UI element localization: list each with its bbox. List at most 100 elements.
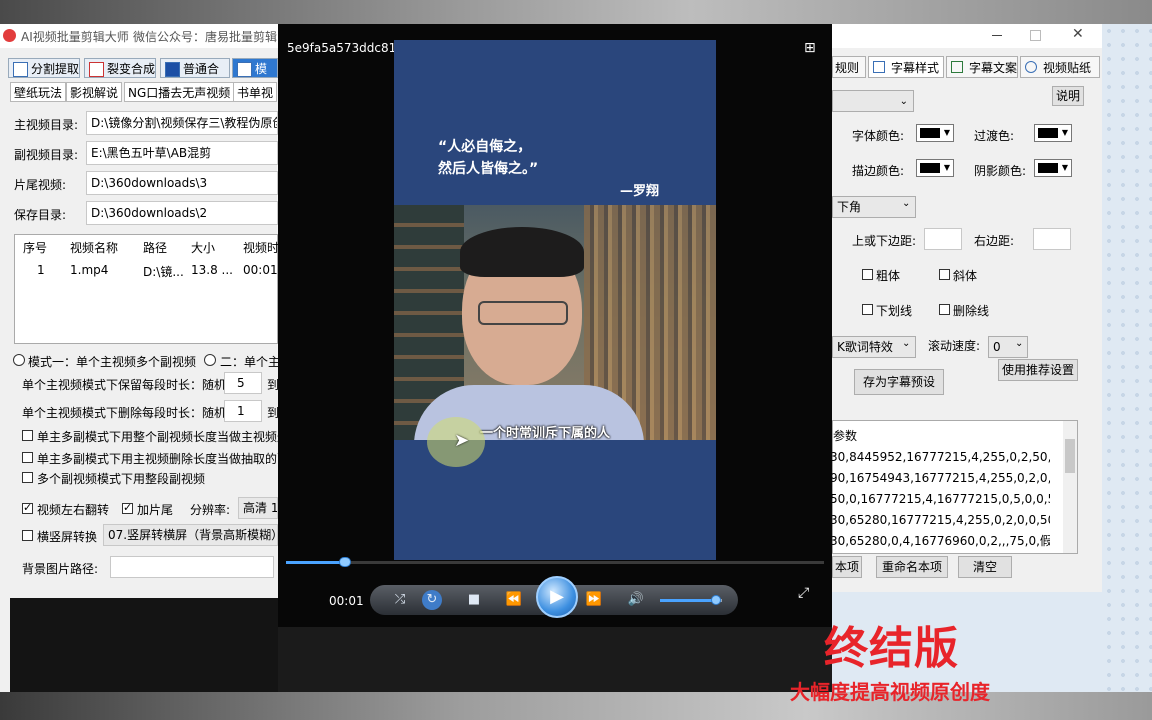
color-swatch: [1038, 128, 1058, 138]
fission-icon: [89, 62, 104, 77]
help-button[interactable]: 说明: [1052, 86, 1084, 106]
list-item[interactable]: 50,0,16777215,4,16777215,0,5,0,0,50,...: [830, 489, 1050, 510]
delete-duration-input[interactable]: 1: [224, 400, 262, 422]
minimize-icon[interactable]: [992, 35, 1002, 36]
seek-thumb[interactable]: [339, 557, 352, 567]
bold-checkbox[interactable]: [862, 269, 873, 280]
tab-subtitle-text[interactable]: 字幕文案: [946, 56, 1018, 78]
opt2-checkbox[interactable]: [22, 452, 33, 463]
opt2-label: 单主多副模式下用主视频删除长度当做抽取的副: [37, 452, 290, 466]
clear-button[interactable]: 清空: [958, 556, 1012, 578]
hv-convert-select[interactable]: 07.竖屏转横屏（背景高斯模糊）: [103, 524, 278, 546]
tab-template[interactable]: 模板: [232, 58, 278, 96]
subtab-label: 书单视: [237, 86, 274, 100]
tab-fission-merge[interactable]: 裂变合成: [84, 58, 156, 78]
subtab-booklist[interactable]: 书单视: [233, 82, 278, 102]
tab-label: 裂变合成: [107, 62, 156, 76]
table-row[interactable]: 1 1.mp4 D:\镜... 13.8 ... 00:01:: [15, 260, 282, 280]
underline-label: 下划线: [876, 304, 913, 318]
star-icon: [1025, 61, 1037, 73]
italic-checkbox[interactable]: [939, 269, 950, 280]
video-subtitle: 一个时常训斥下属的人: [480, 426, 611, 440]
stroke-color-label: 描边颜色:: [852, 164, 905, 178]
opt3-checkbox[interactable]: [22, 472, 33, 483]
list-item[interactable]: 30,65280,0,4,16776960,0,2,,,75,0,假,...: [830, 531, 1050, 552]
chevron-down-icon: ⌄: [899, 96, 908, 107]
right-app-window: ✕ 规则 字幕样式 字幕文案 视频贴纸 ⌄ 说明 字体颜色: ▼ 过渡色: ▼ …: [832, 24, 1102, 692]
tab-subtitle-style[interactable]: 字幕样式: [868, 56, 944, 78]
keep-duration-input[interactable]: 5: [224, 372, 262, 394]
shuffle-icon[interactable]: ⤮: [392, 592, 408, 608]
list-header: 参数: [833, 429, 858, 443]
tab-label: 规则: [835, 61, 860, 75]
save-dir-label: 保存目录:: [14, 208, 67, 222]
opt1-checkbox[interactable]: [22, 430, 33, 441]
margin-top-bottom-input[interactable]: [924, 228, 962, 250]
strikethrough-checkbox[interactable]: [939, 304, 950, 315]
save-dir-field[interactable]: D:\360downloads\2: [86, 201, 278, 225]
video-frame[interactable]: “人必自侮之， 然后人皆侮之。” —罗翔 一个时常训斥下属的人: [394, 40, 716, 560]
underline-checkbox[interactable]: [862, 304, 873, 315]
volume-thumb[interactable]: [710, 595, 721, 605]
shadow-color-picker[interactable]: ▼: [1034, 159, 1072, 177]
font-color-label: 字体颜色:: [852, 129, 905, 143]
col-header-duration: 视频时: [243, 241, 280, 255]
volume-slider[interactable]: [660, 595, 722, 605]
video-list-table: 序号 视频名称 路径 大小 视频时 1 1.mp4 D:\镜... 13.8 .…: [14, 234, 282, 344]
maximize-icon[interactable]: [1030, 30, 1041, 41]
resolution-select[interactable]: 高清 1: [238, 497, 278, 519]
rename-item-button[interactable]: 重命名本项: [876, 556, 948, 578]
sub-video-dir-field[interactable]: E:\黑色五叶草\AB混剪: [86, 141, 278, 165]
item-button[interactable]: 本项: [832, 556, 862, 578]
subtab-ng-silent[interactable]: NG口播去无声视频: [124, 82, 235, 102]
bold-label: 粗体: [876, 269, 901, 283]
blurred-top-band: [0, 0, 1152, 24]
switch-layout-icon[interactable]: ⊞: [804, 40, 816, 56]
seek-bar[interactable]: [286, 557, 824, 567]
fullscreen-icon[interactable]: ⤢: [798, 585, 809, 601]
add-tail-checkbox[interactable]: [122, 501, 133, 514]
close-icon[interactable]: ✕: [1072, 26, 1084, 42]
list-item[interactable]: 90,16754943,16777215,4,255,0,2,0,0,...: [830, 468, 1050, 489]
hv-convert-label: 横竖屏转换: [37, 530, 98, 544]
resolution-label: 分辨率:: [190, 503, 231, 517]
main-video-dir-field[interactable]: D:\镜像分割\视频保存三\教程伪原创: [86, 111, 278, 135]
font-color-picker[interactable]: ▼: [916, 124, 954, 142]
mode2-label: 二：单个主: [220, 355, 281, 369]
hv-convert-checkbox[interactable]: [22, 530, 33, 541]
stroke-color-picker[interactable]: ▼: [916, 159, 954, 177]
chevron-down-icon: ▼: [1061, 128, 1068, 137]
chevron-down-icon: ▼: [943, 128, 950, 137]
transition-color-picker[interactable]: ▼: [1034, 124, 1072, 142]
play-button[interactable]: ▶: [536, 576, 578, 618]
subtab-label: 影视解说: [70, 86, 119, 100]
right-title-bar: ✕: [832, 24, 1102, 48]
list-item[interactable]: 30,65280,16777215,4,255,0,2,0,0,50,3...: [830, 510, 1050, 531]
mode1-radio[interactable]: [13, 354, 25, 366]
previous-icon[interactable]: ⏪: [504, 592, 524, 608]
elapsed-time: 00:01: [329, 594, 364, 608]
next-icon[interactable]: ⏩: [584, 592, 604, 608]
flip-checkbox[interactable]: [22, 501, 33, 514]
scroll-thumb[interactable]: [1065, 439, 1075, 473]
tab-split-extract[interactable]: 分割提取: [8, 58, 80, 78]
margin-top-bottom-label: 上或下边距:: [852, 234, 917, 248]
tab-normal-merge[interactable]: 普通合成: [160, 58, 230, 96]
subtab-film-commentary[interactable]: 影视解说: [66, 82, 123, 102]
repeat-icon[interactable]: ↻: [422, 590, 442, 610]
list-scrollbar[interactable]: [1063, 421, 1077, 553]
volume-icon[interactable]: 🔊: [626, 592, 646, 608]
list-item[interactable]: 30,8445952,16777215,4,255,0,2,50,0,...: [830, 447, 1050, 468]
tab-rules[interactable]: 规则: [832, 56, 866, 78]
font-select[interactable]: ⌄: [832, 90, 914, 112]
tab-video-sticker[interactable]: 视频贴纸: [1020, 56, 1100, 78]
stop-icon[interactable]: ■: [466, 592, 482, 608]
right-margin-input[interactable]: [1033, 228, 1071, 250]
mode2-radio[interactable]: [204, 354, 216, 366]
subtab-wallpaper[interactable]: 壁纸玩法: [10, 82, 67, 102]
tail-video-field[interactable]: D:\360downloads\3: [86, 171, 278, 195]
bg-image-path-field[interactable]: [110, 556, 274, 578]
save-preset-button[interactable]: 存为字幕预设: [854, 369, 944, 395]
left-title-bar: AI视频批量剪辑大师 微信公众号：唐易批量剪辑: [0, 24, 278, 48]
use-recommended-button[interactable]: 使用推荐设置: [998, 359, 1078, 381]
